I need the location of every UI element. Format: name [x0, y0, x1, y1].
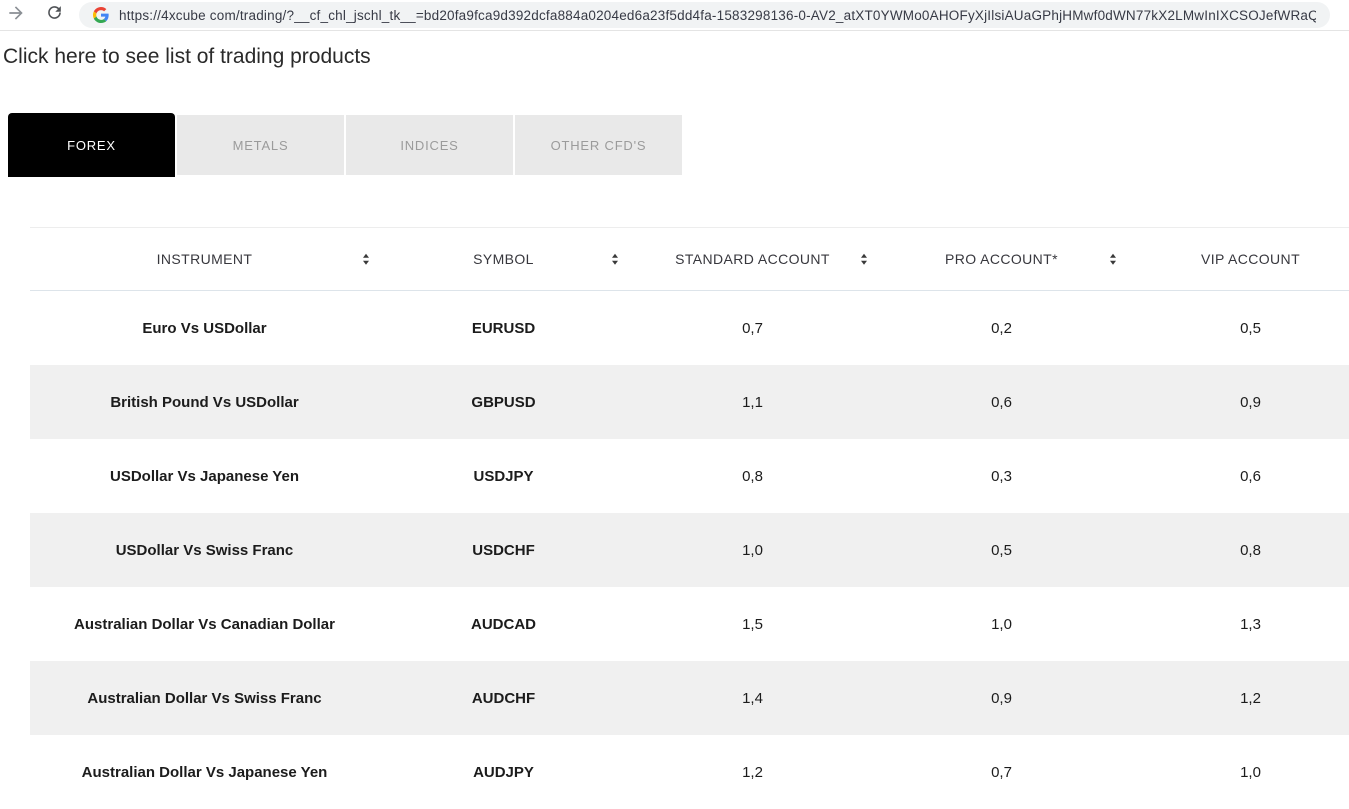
symbol-cell: EURUSD: [471, 319, 536, 337]
table-row: Euro Vs USDollar EURUSD 0,7 0,2 0,5: [30, 291, 1349, 365]
browser-toolbar: https://4xcube com/trading/?__cf_chl_jsc…: [0, 0, 1349, 31]
symbol-cell: USDJPY: [473, 467, 534, 485]
standard-spread-cell: 1,5: [742, 615, 763, 633]
table-row: Australian Dollar Vs Swiss Franc AUDCHF 1,…: [30, 661, 1349, 735]
page-title[interactable]: Click here to see list of trading produc…: [3, 42, 1349, 72]
forward-button[interactable]: [3, 2, 29, 28]
table-row: USDollar Vs Swiss Franc USDCHF 1,0 0,5 0,8: [30, 513, 1349, 587]
reload-icon: [45, 3, 64, 27]
tab-metals[interactable]: METALS: [177, 115, 344, 175]
google-g-icon: [93, 7, 109, 23]
vip-spread-cell: 1,3: [1240, 615, 1261, 633]
column-label: SYMBOL: [473, 251, 534, 267]
column-label: STANDARD ACCOUNT: [675, 251, 830, 267]
vip-spread-cell: 0,8: [1240, 541, 1261, 559]
standard-spread-cell: 1,4: [742, 689, 763, 707]
pro-spread-cell: 0,6: [991, 393, 1012, 411]
standard-spread-cell: 1,0: [742, 541, 763, 559]
pro-spread-cell: 1,0: [991, 615, 1012, 633]
pro-spread-cell: 0,7: [991, 763, 1012, 781]
url-text: https://4xcube com/trading/?__cf_chl_jsc…: [119, 7, 1316, 23]
address-bar[interactable]: https://4xcube com/trading/?__cf_chl_jsc…: [79, 2, 1330, 28]
vip-spread-cell: 0,9: [1240, 393, 1261, 411]
tab-forex[interactable]: FOREX: [8, 113, 175, 177]
column-header-standard-account[interactable]: STANDARD ACCOUNT: [628, 228, 877, 290]
symbol-cell: USDCHF: [472, 541, 535, 559]
sort-icon[interactable]: [861, 253, 867, 265]
standard-spread-cell: 0,7: [742, 319, 763, 337]
sort-icon[interactable]: [612, 253, 618, 265]
tab-other-cfds[interactable]: OTHER CFD'S: [515, 115, 682, 175]
symbol-cell: AUDJPY: [473, 763, 534, 781]
table-row: British Pound Vs USDollar GBPUSD 1,1 0,6 0,9: [30, 365, 1349, 439]
symbol-cell: AUDCAD: [471, 615, 536, 633]
reload-button[interactable]: [41, 2, 67, 28]
tab-indices[interactable]: INDICES: [346, 115, 513, 175]
table-row: Australian Dollar Vs Japanese Yen AUDJPY 1…: [30, 735, 1349, 809]
pro-spread-cell: 0,5: [991, 541, 1012, 559]
column-label: INSTRUMENT: [156, 251, 253, 267]
table-row: USDollar Vs Japanese Yen USDJPY 0,8 0,3 0,6: [30, 439, 1349, 513]
table-header: INSTRUMENT SYMBOL STANDARD ACCOUNT PRO A…: [30, 227, 1349, 291]
pro-spread-cell: 0,9: [991, 689, 1012, 707]
pro-spread-cell: 0,2: [991, 319, 1012, 337]
standard-spread-cell: 1,1: [742, 393, 763, 411]
instrument-cell: USDollar Vs Japanese Yen: [110, 467, 299, 485]
spreads-table: INSTRUMENT SYMBOL STANDARD ACCOUNT PRO A…: [30, 227, 1349, 809]
instrument-cell: Euro Vs USDollar: [142, 319, 267, 337]
forward-arrow-icon: [6, 3, 26, 28]
vip-spread-cell: 1,0: [1240, 763, 1261, 781]
column-header-instrument[interactable]: INSTRUMENT: [30, 228, 379, 290]
symbol-cell: AUDCHF: [471, 689, 536, 707]
standard-spread-cell: 0,8: [742, 467, 763, 485]
sort-icon[interactable]: [363, 253, 369, 265]
product-tabs: FOREX METALS INDICES OTHER CFD'S: [8, 113, 682, 177]
column-header-vip-account[interactable]: VIP ACCOUNT: [1126, 228, 1349, 290]
pro-spread-cell: 0,3: [991, 467, 1012, 485]
instrument-cell: British Pound Vs USDollar: [110, 393, 299, 411]
table-body: Euro Vs USDollar EURUSD 0,7 0,2 0,5 British P…: [30, 291, 1349, 809]
column-header-pro-account[interactable]: PRO ACCOUNT*: [877, 228, 1126, 290]
instrument-cell: Australian Dollar Vs Swiss Franc: [87, 689, 322, 707]
instrument-cell: USDollar Vs Swiss Franc: [115, 541, 294, 559]
column-label: VIP ACCOUNT: [1200, 251, 1301, 267]
vip-spread-cell: 0,5: [1240, 319, 1261, 337]
table-row: Australian Dollar Vs Canadian Dollar AUDC…: [30, 587, 1349, 661]
instrument-cell: Australian Dollar Vs Japanese Yen: [81, 763, 328, 781]
symbol-cell: GBPUSD: [471, 393, 536, 411]
column-header-symbol[interactable]: SYMBOL: [379, 228, 628, 290]
vip-spread-cell: 1,2: [1240, 689, 1261, 707]
instrument-cell: Australian Dollar Vs Canadian Dollar: [74, 615, 335, 633]
sort-icon[interactable]: [1110, 253, 1116, 265]
column-label: PRO ACCOUNT*: [945, 251, 1058, 267]
standard-spread-cell: 1,2: [742, 763, 763, 781]
vip-spread-cell: 0,6: [1240, 467, 1261, 485]
